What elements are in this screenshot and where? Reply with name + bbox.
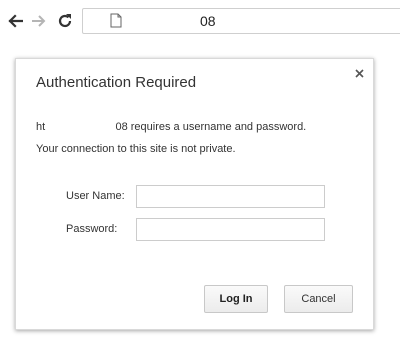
password-label: Password: bbox=[66, 223, 118, 235]
username-field[interactable] bbox=[136, 185, 325, 208]
reload-icon bbox=[58, 14, 72, 28]
auth-dialog: Authentication Required ht 08 requires a… bbox=[15, 58, 374, 330]
reload-button[interactable] bbox=[54, 10, 76, 32]
auth-message: ht 08 requires a username and password. bbox=[36, 121, 307, 133]
browser-toolbar: 08 bbox=[0, 0, 400, 44]
password-field[interactable] bbox=[136, 218, 325, 241]
login-button[interactable]: Log In bbox=[204, 285, 268, 313]
forward-button[interactable] bbox=[28, 10, 50, 32]
arrow-right-icon bbox=[32, 15, 46, 27]
address-bar[interactable]: 08 bbox=[82, 8, 400, 34]
arrow-left-icon bbox=[8, 14, 23, 28]
dialog-title: Authentication Required bbox=[36, 74, 197, 91]
document-icon bbox=[110, 13, 122, 33]
url-text: 08 bbox=[200, 13, 216, 29]
privacy-warning: Your connection to this site is not priv… bbox=[36, 143, 236, 155]
cancel-button[interactable]: Cancel bbox=[284, 285, 353, 313]
close-button[interactable] bbox=[353, 67, 365, 79]
back-button[interactable] bbox=[4, 10, 26, 32]
close-icon bbox=[354, 68, 364, 78]
username-label: User Name: bbox=[66, 190, 125, 202]
